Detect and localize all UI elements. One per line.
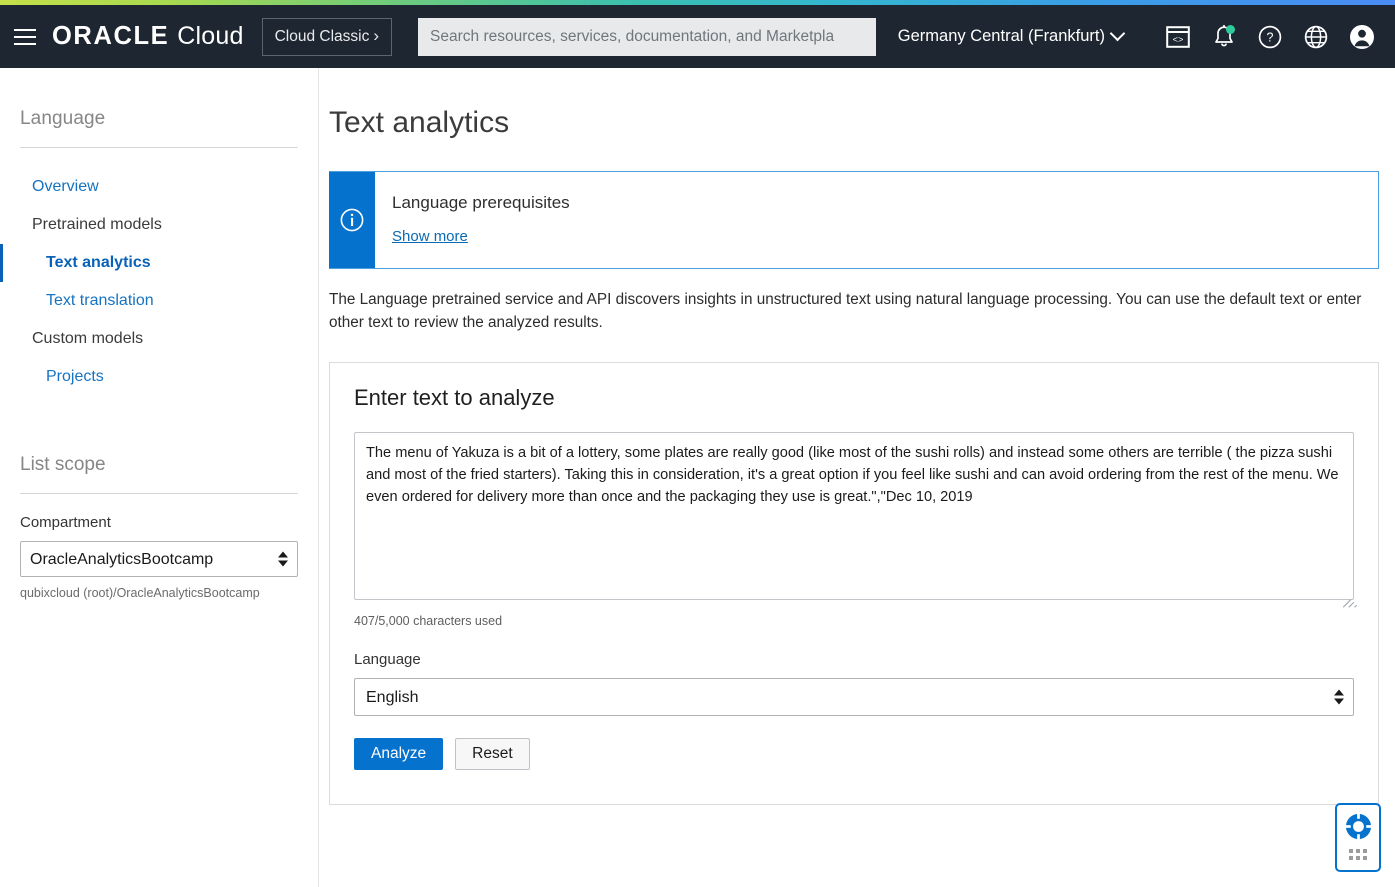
svg-text:<>: <> xyxy=(1173,35,1184,45)
region-selector[interactable]: Germany Central (Frankfurt) xyxy=(897,25,1126,46)
card-action-row: Analyze Reset xyxy=(354,738,1354,770)
sidebar-item-overview[interactable]: Overview xyxy=(0,168,318,206)
sidebar-group-pretrained-models: Pretrained models xyxy=(32,216,162,233)
help-circle-icon[interactable]: ? xyxy=(1251,18,1289,56)
notification-badge-dot xyxy=(1226,24,1235,34)
user-profile-avatar-icon[interactable] xyxy=(1343,18,1381,56)
chevron-right-icon: › xyxy=(373,26,380,45)
reset-button[interactable]: Reset xyxy=(455,738,530,770)
left-sidebar: Language Overview Pretrained models Text… xyxy=(0,68,319,887)
banner-accent-strip xyxy=(329,172,375,268)
info-banner: Language prerequisites Show more xyxy=(329,171,1379,269)
chevron-down-icon xyxy=(1109,25,1126,42)
banner-body: Language prerequisites Show more xyxy=(375,172,570,268)
sidebar-service-title: Language xyxy=(20,108,106,129)
oracle-cloud-logo[interactable]: ORACLE Cloud xyxy=(52,22,244,51)
hamburger-menu-icon[interactable] xyxy=(10,22,40,52)
support-widget[interactable] xyxy=(1335,803,1381,872)
page-description: The Language pretrained service and API … xyxy=(329,291,1362,331)
show-more-link[interactable]: Show more xyxy=(392,228,468,245)
sidebar-divider xyxy=(20,147,298,148)
banner-title: Language prerequisites xyxy=(392,193,570,212)
compartment-select[interactable]: OracleAnalyticsBootcamp xyxy=(20,541,298,577)
sidebar-item-projects[interactable]: Projects xyxy=(0,358,318,396)
sidebar-nav-list: Overview Pretrained models Text analytic… xyxy=(0,168,318,396)
search-input[interactable] xyxy=(428,26,867,47)
notifications-bell-icon[interactable] xyxy=(1205,18,1243,56)
cloud-wordmark: Cloud xyxy=(177,22,244,50)
language-select-wrapper[interactable]: English xyxy=(354,678,1354,716)
hamburger-line xyxy=(14,42,36,45)
analyze-button[interactable]: Analyze xyxy=(354,738,444,770)
developer-tools-icon[interactable]: <> xyxy=(1159,18,1197,56)
globe-language-icon[interactable] xyxy=(1297,18,1335,56)
sidebar-item-text-analytics[interactable]: Text analytics xyxy=(0,244,318,282)
oracle-wordmark: ORACLE xyxy=(52,22,170,50)
cloud-classic-label: Cloud Classic xyxy=(274,27,370,45)
compartment-path-text: qubixcloud (root)/OracleAnalyticsBootcam… xyxy=(20,586,260,600)
sidebar-group-custom-models: Custom models xyxy=(32,330,144,347)
textarea-wrapper: The menu of Yakuza is a bit of a lottery… xyxy=(354,432,1358,608)
language-label: Language xyxy=(354,651,421,668)
life-ring-icon xyxy=(1344,812,1372,841)
global-search-box[interactable] xyxy=(418,17,877,56)
character-counter: 407/5,000 characters used xyxy=(354,614,503,628)
hamburger-line xyxy=(14,28,36,31)
svg-text:?: ? xyxy=(1267,30,1274,44)
page-title: Text analytics xyxy=(329,106,510,139)
global-header: ORACLE Cloud Cloud Classic › Germany Cen… xyxy=(0,5,1395,68)
language-select[interactable]: English xyxy=(354,678,1354,716)
card-title: Enter text to analyze xyxy=(354,385,555,410)
sidebar-list-scope-title: List scope xyxy=(20,454,106,475)
hamburger-line xyxy=(14,35,36,38)
sidebar-list-scope-divider xyxy=(20,493,298,494)
compartment-select-wrapper[interactable]: OracleAnalyticsBootcamp xyxy=(20,541,298,577)
main-content: Text analytics Language prerequisites Sh… xyxy=(319,68,1395,887)
analyze-text-input[interactable]: The menu of Yakuza is a bit of a lottery… xyxy=(354,432,1354,600)
info-circle-icon xyxy=(340,208,364,232)
drag-handle-dot-grid-icon[interactable] xyxy=(1349,849,1367,860)
brand-gradient-bar xyxy=(0,0,1395,5)
analyze-card: Enter text to analyze The menu of Yakuza… xyxy=(329,362,1379,805)
region-label: Germany Central (Frankfurt) xyxy=(897,27,1105,45)
cloud-classic-button[interactable]: Cloud Classic › xyxy=(261,17,393,56)
compartment-label: Compartment xyxy=(20,514,111,531)
sidebar-item-text-translation[interactable]: Text translation xyxy=(0,282,318,320)
